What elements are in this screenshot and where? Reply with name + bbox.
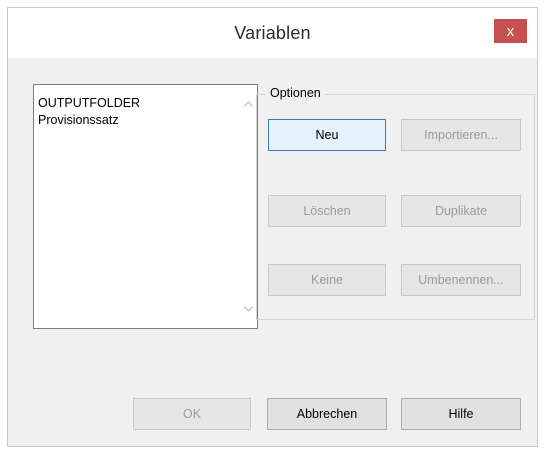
delete-button[interactable]: Löschen [268, 195, 386, 227]
title-bar: Variablen x [8, 8, 537, 58]
list-item[interactable]: Provisionssatz [34, 112, 239, 129]
ok-button[interactable]: OK [133, 398, 251, 430]
options-group-label: Optionen [266, 86, 325, 100]
scroll-up-icon[interactable] [241, 97, 255, 111]
help-button[interactable]: Hilfe [401, 398, 521, 430]
close-button[interactable]: x [494, 19, 527, 43]
cancel-button[interactable]: Abbrechen [267, 398, 387, 430]
none-button[interactable]: Keine [268, 264, 386, 296]
rename-button[interactable]: Umbenennen... [401, 264, 521, 296]
variables-dialog: Variablen x OUTPUTFOLDER Provisionssatz … [7, 7, 538, 447]
dialog-title: Variablen [234, 22, 311, 43]
list-item[interactable]: OUTPUTFOLDER [34, 95, 239, 112]
close-icon: x [506, 22, 515, 40]
variables-listbox[interactable]: OUTPUTFOLDER Provisionssatz [33, 84, 258, 329]
scroll-down-icon[interactable] [241, 302, 255, 316]
new-button[interactable]: Neu [268, 119, 386, 151]
variables-list: OUTPUTFOLDER Provisionssatz [34, 95, 239, 129]
duplicates-button[interactable]: Duplikate [401, 195, 521, 227]
import-button[interactable]: Importieren... [401, 119, 521, 151]
